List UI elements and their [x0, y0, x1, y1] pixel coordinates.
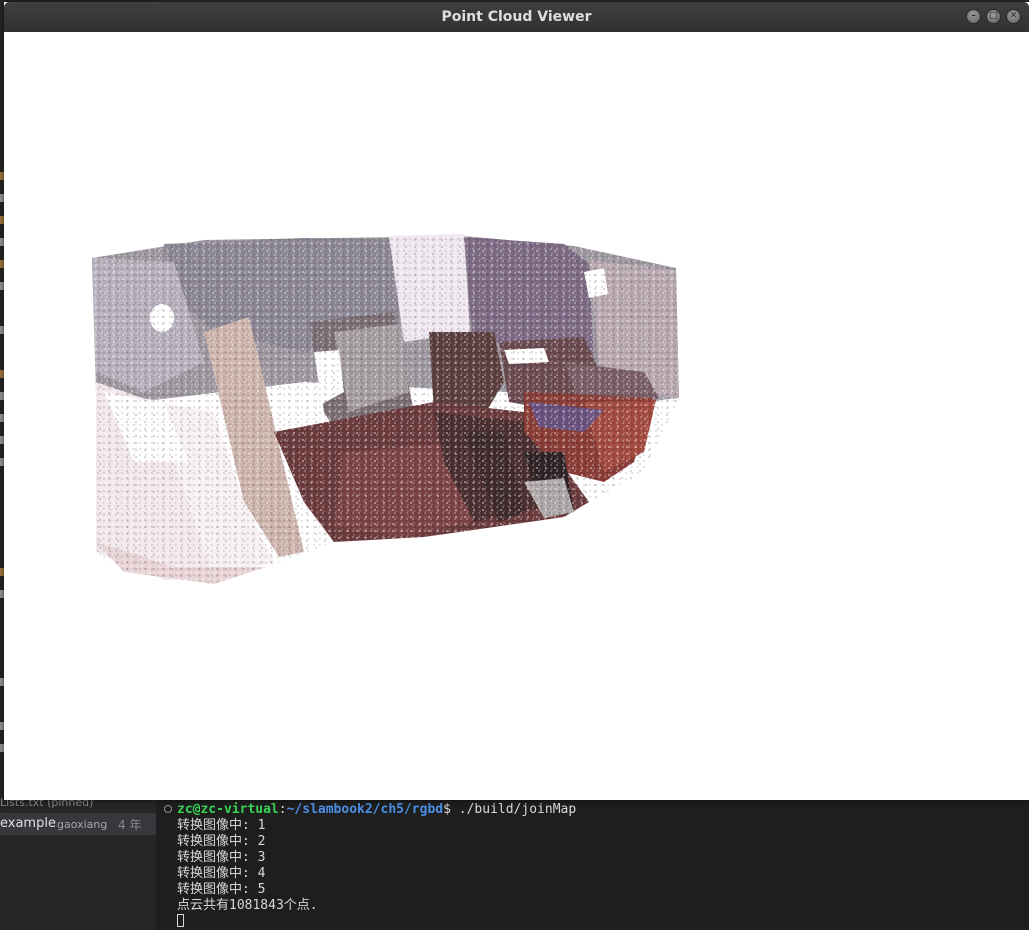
point-cloud-viewer-window[interactable]: Point Cloud Viewer – □ ✕	[4, 2, 1029, 800]
prompt-path: ~/slambook2/ch5/rgbd	[286, 802, 444, 817]
git-entry-author: gaoxiang	[57, 818, 108, 831]
git-entry-name: example	[0, 816, 56, 831]
prompt-user: zc@zc-virtual	[177, 802, 279, 817]
close-icon[interactable]: ✕	[1006, 9, 1021, 24]
terminal-panel[interactable]: zc@zc-virtual:~/slambook2/ch5/rgbd$ ./bu…	[157, 800, 1029, 930]
terminal-output-line: 转换图像中: 2	[177, 834, 266, 849]
terminal-output-line: 转换图像中: 3	[177, 850, 266, 865]
terminal-status-dot-icon	[164, 805, 172, 813]
terminal-output-line: 点云共有1081843个点.	[177, 898, 318, 913]
window-title: Point Cloud Viewer	[441, 9, 592, 25]
git-entry-age: 4 年	[118, 818, 142, 832]
prompt-end: $	[443, 802, 459, 817]
window-titlebar[interactable]: Point Cloud Viewer – □ ✕	[4, 2, 1029, 32]
terminal-command: ./build/joinMap	[458, 802, 577, 817]
maximize-icon[interactable]: □	[986, 9, 1001, 24]
terminal-cursor	[177, 914, 184, 927]
terminal-output-line: 转换图像中: 4	[177, 866, 266, 881]
prompt-separator: :	[278, 802, 287, 817]
point-cloud-canvas[interactable]	[4, 32, 1029, 800]
point-cloud-render	[92, 234, 679, 584]
minimize-icon[interactable]: –	[966, 9, 981, 24]
git-history-row[interactable]: example gaoxiang 4 年	[0, 813, 156, 835]
terminal-prompt-line: zc@zc-virtual:~/slambook2/ch5/rgbd$ ./bu…	[177, 802, 576, 818]
terminal-output-line: 转换图像中: 5	[177, 882, 266, 897]
terminal-output-line: 转换图像中: 1	[177, 818, 266, 833]
